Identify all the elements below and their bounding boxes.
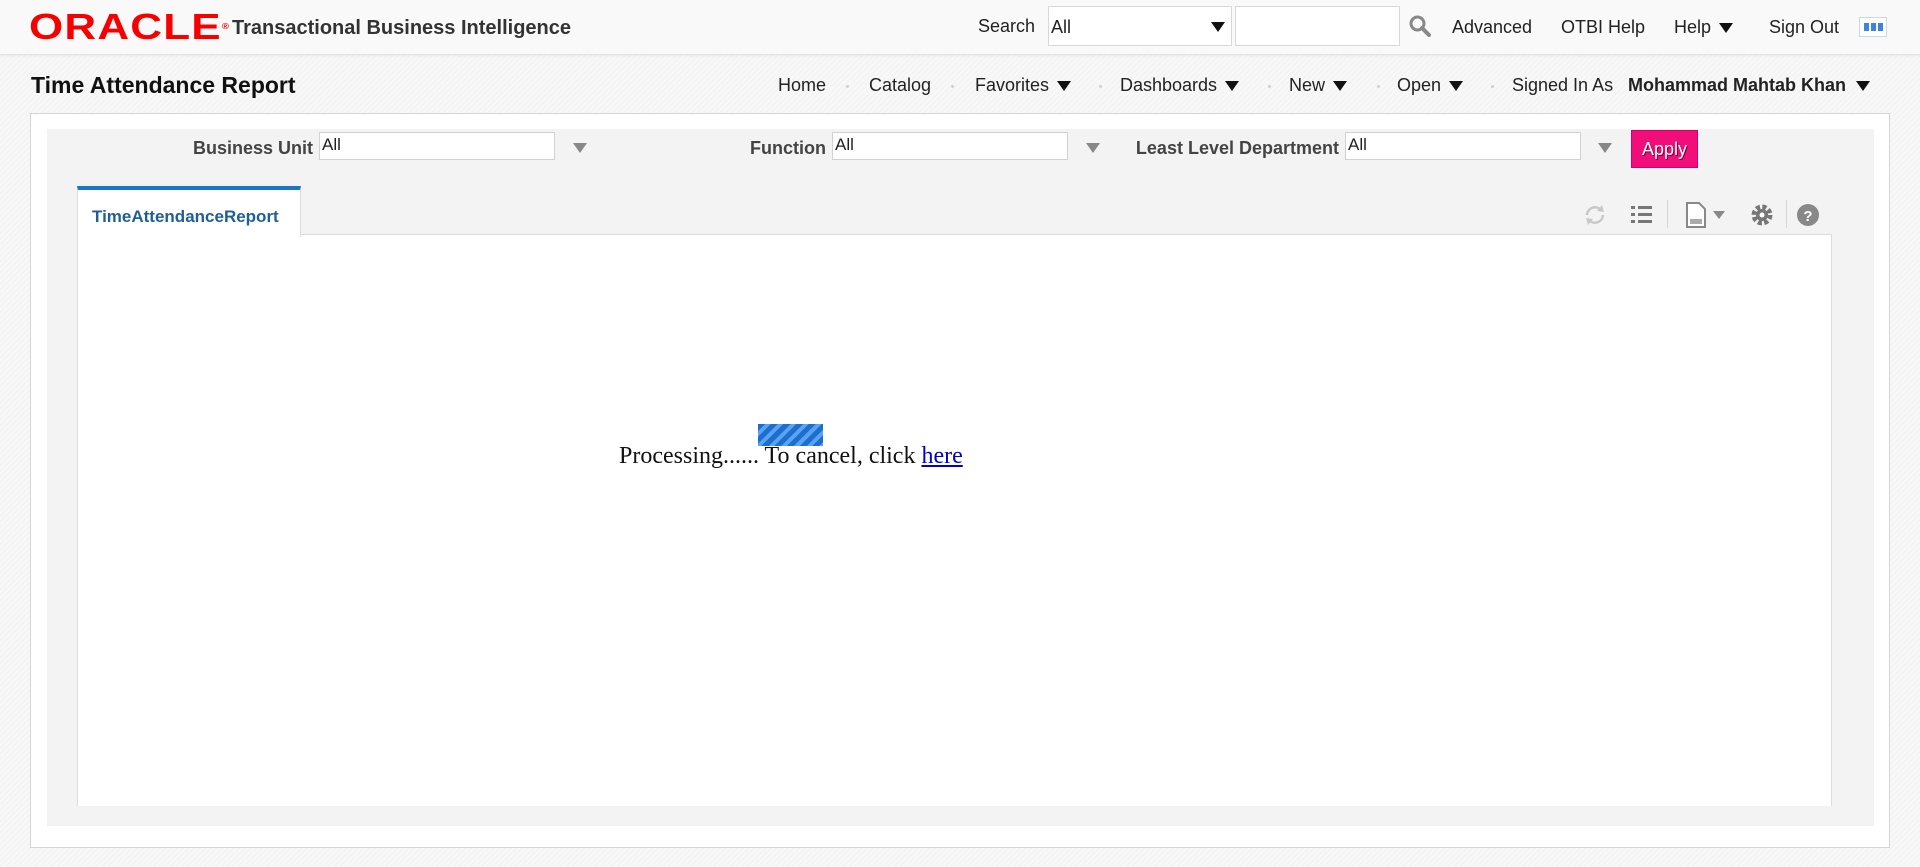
nav-separator (1268, 85, 1271, 88)
nav-separator (1099, 85, 1102, 88)
toolbar-separator (1667, 200, 1668, 228)
nav-separator (1377, 85, 1380, 88)
nav-favorites-label: Favorites (975, 75, 1050, 95)
nav-home[interactable]: Home (778, 75, 826, 96)
user-name: Mohammad Mahtab Khan (1628, 75, 1847, 95)
chevron-down-icon (1333, 81, 1348, 92)
apply-button[interactable]: Apply (1631, 130, 1698, 168)
processing-message: Processing...... To cancel, click here (619, 443, 963, 470)
nav-new[interactable]: New (1289, 75, 1348, 96)
refresh-icon[interactable] (1582, 200, 1608, 230)
least-level-department-field[interactable]: All (1345, 132, 1581, 160)
search-scope-value: All (1051, 17, 1072, 37)
chevron-down-icon (1225, 81, 1240, 92)
nav-favorites[interactable]: Favorites (975, 75, 1072, 96)
least-level-department-dropdown-icon[interactable] (1598, 143, 1612, 153)
nav-dashboards[interactable]: Dashboards (1120, 75, 1240, 96)
nav-separator (951, 85, 954, 88)
cancel-link[interactable]: here (921, 443, 962, 469)
advanced-link[interactable]: Advanced (1452, 17, 1532, 38)
tab-label: TimeAttendanceReport (92, 207, 279, 226)
chevron-down-icon (1057, 81, 1072, 92)
sign-out-link[interactable]: Sign Out (1769, 17, 1839, 38)
navigator-icon[interactable] (1859, 17, 1887, 37)
search-input[interactable] (1235, 6, 1400, 46)
function-dropdown-icon[interactable] (1086, 143, 1100, 153)
business-unit-label: Business Unit (192, 138, 313, 158)
report-content (77, 234, 1832, 806)
export-icon[interactable] (1684, 200, 1728, 230)
chevron-down-icon (1449, 81, 1464, 92)
svg-text:?: ? (1803, 208, 1812, 225)
nav-separator (846, 85, 849, 88)
tab-timeattendancereport[interactable]: TimeAttendanceReport (77, 186, 301, 237)
function-field[interactable]: All (832, 132, 1068, 160)
nav-catalog[interactable]: Catalog (869, 75, 931, 96)
search-scope-select[interactable]: All (1048, 6, 1232, 46)
list-icon[interactable] (1629, 200, 1655, 230)
nav-open[interactable]: Open (1397, 75, 1464, 96)
user-menu[interactable]: Mohammad Mahtab Khan (1628, 75, 1871, 96)
signed-in-label: Signed In As (1512, 75, 1614, 95)
global-header: ORACLE® Transactional Business Intellige… (0, 0, 1920, 55)
nav-new-label: New (1289, 75, 1326, 95)
search-label: Search (978, 16, 1036, 36)
nav-dashboards-label: Dashboards (1120, 75, 1218, 95)
chevron-down-icon (1211, 22, 1225, 32)
business-unit-field[interactable]: All (319, 132, 555, 160)
toolbar-separator (1786, 200, 1787, 228)
help-icon[interactable]: ? (1795, 200, 1821, 230)
nav-separator (1491, 85, 1494, 88)
nav-open-label: Open (1397, 75, 1442, 95)
help-menu-label: Help (1674, 17, 1712, 37)
page-title: Time Attendance Report (31, 72, 296, 98)
oracle-logo: ORACLE® (29, 6, 231, 47)
search-icon[interactable] (1409, 15, 1431, 37)
app-name: Transactional Business Intelligence (232, 17, 572, 39)
otbi-help-link[interactable]: OTBI Help (1561, 17, 1645, 38)
business-unit-dropdown-icon[interactable] (573, 143, 587, 153)
chevron-down-icon (1856, 81, 1871, 92)
chevron-down-icon (1719, 23, 1734, 34)
function-label: Function (750, 138, 826, 158)
help-menu[interactable]: Help (1674, 17, 1734, 38)
gear-icon[interactable] (1749, 200, 1775, 230)
processing-text: Processing...... To cancel, click (619, 443, 922, 469)
least-level-department-label: Least Level Department (1135, 138, 1339, 158)
